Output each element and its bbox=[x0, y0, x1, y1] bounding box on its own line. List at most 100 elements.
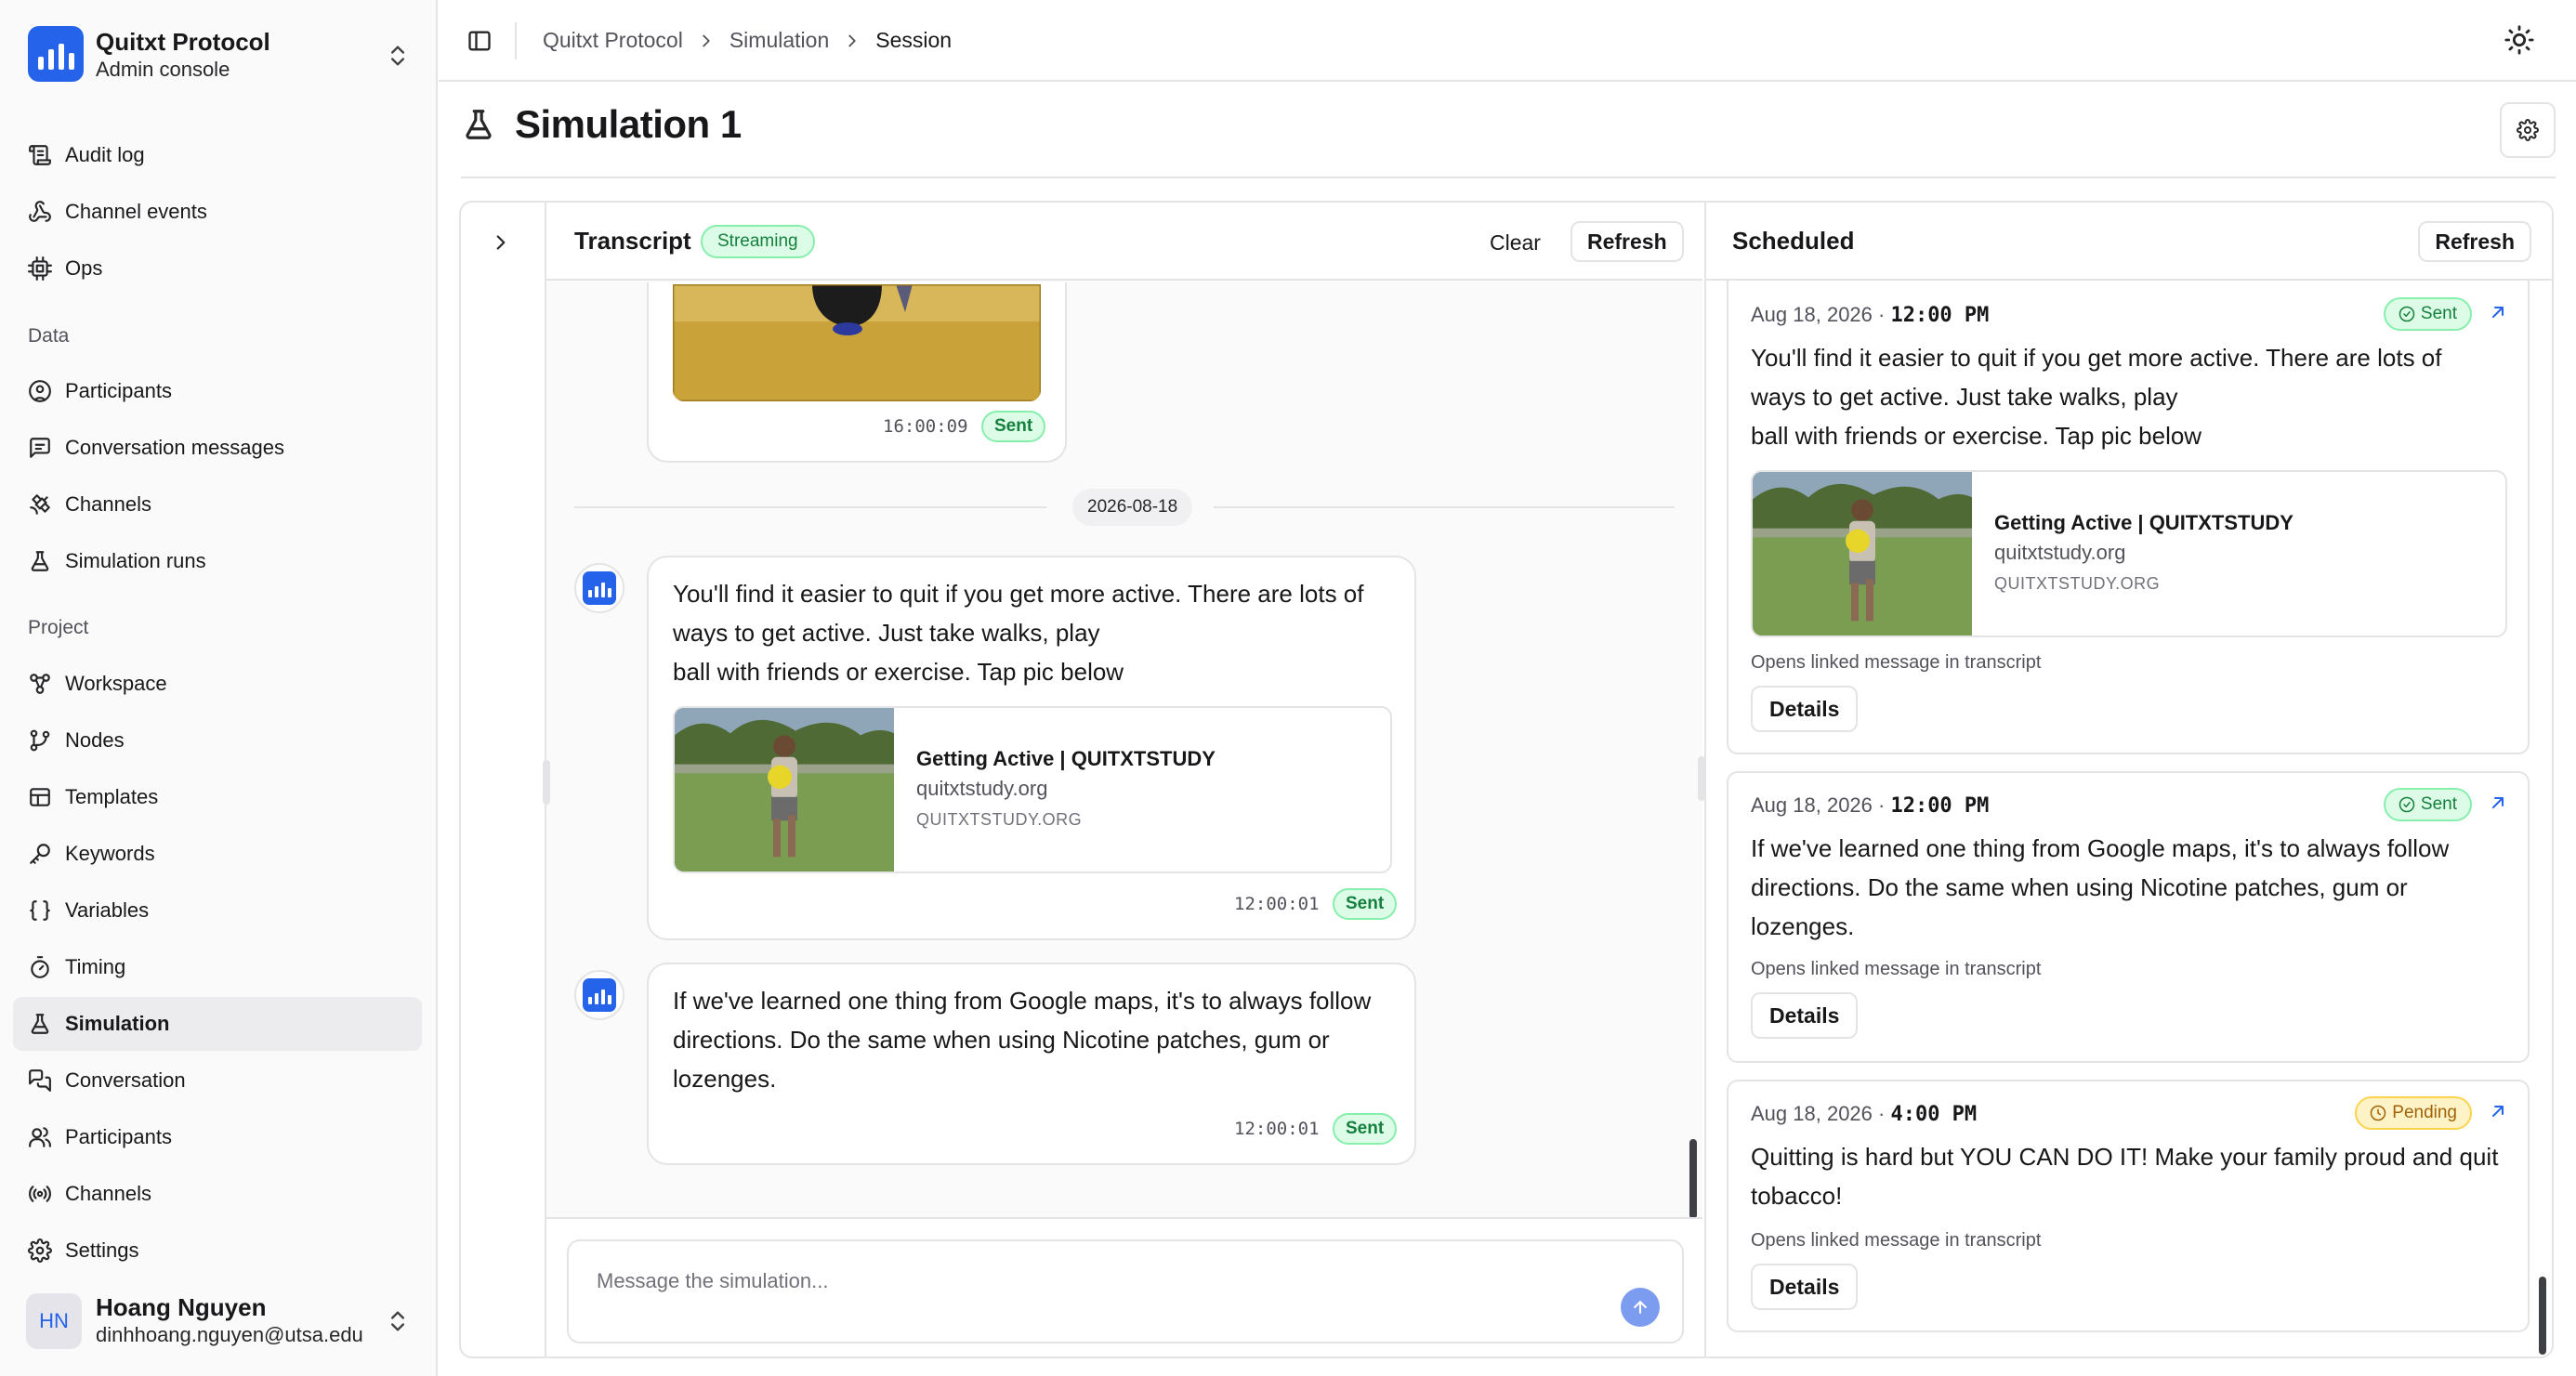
message-input-placeholder: Message the simulation... bbox=[597, 1269, 829, 1292]
sidebar-item-label: Conversation messages bbox=[65, 436, 285, 459]
status-badge: Sent bbox=[1333, 888, 1398, 920]
scheduled-time: 12:00 PM bbox=[1890, 794, 1990, 818]
chevrons-up-down-icon bbox=[391, 1311, 404, 1331]
link-preview-title: Getting Active | QUITXTSTUDY bbox=[1994, 511, 2293, 534]
sidebar-item-label: Timing bbox=[65, 955, 126, 978]
user-circle-icon bbox=[29, 380, 51, 402]
message-input[interactable]: Message the simulation... bbox=[567, 1239, 1684, 1343]
breadcrumb-item-project[interactable]: Quitxt Protocol bbox=[543, 28, 683, 53]
sidebar-item-conversation-messages[interactable]: Conversation messages bbox=[13, 421, 422, 475]
top-bar: Quitxt Protocol Simulation Session bbox=[439, 0, 2576, 82]
message-bubble: 16:00:09 Sent bbox=[647, 282, 1067, 463]
clear-button[interactable]: Clear bbox=[1490, 230, 1541, 256]
sidebar-item-variables[interactable]: Variables bbox=[13, 884, 422, 937]
link-preview-card[interactable]: Getting Active | QUITXTSTUDY quitxtstudy… bbox=[1751, 470, 2507, 637]
breadcrumb-item-simulation[interactable]: Simulation bbox=[729, 28, 829, 53]
external-link-icon[interactable] bbox=[2487, 301, 2509, 323]
brand-logo-icon bbox=[583, 978, 616, 1012]
divider bbox=[1214, 506, 1675, 508]
breadcrumb-item-session: Session bbox=[875, 28, 953, 52]
message-image bbox=[673, 284, 1041, 401]
link-preview-card[interactable]: Getting Active | QUITXTSTUDY quitxtstudy… bbox=[673, 706, 1392, 873]
breadcrumb: Quitxt Protocol Simulation Session bbox=[543, 28, 952, 53]
details-button[interactable]: Details bbox=[1751, 992, 1859, 1039]
external-link-icon[interactable] bbox=[2487, 792, 2509, 814]
timer-icon bbox=[31, 956, 49, 978]
chevron-right-icon[interactable] bbox=[489, 230, 513, 255]
scheduled-pane: Scheduled Refresh Aug 18, 2026 · 12:00 P… bbox=[1704, 203, 2552, 1356]
sidebar-item-label: Channel events bbox=[65, 200, 207, 223]
sidebar-toggle-icon[interactable] bbox=[467, 28, 493, 54]
bot-avatar bbox=[574, 563, 624, 613]
chevron-right-icon bbox=[703, 34, 710, 46]
sidebar-item-label: Templates bbox=[65, 785, 159, 808]
flask-icon bbox=[466, 110, 492, 139]
scheduled-date: Aug 18, 2026 · 12:00 PM bbox=[1751, 303, 1989, 327]
transcript-pane: Transcript Streaming Clear Refresh 16:00… bbox=[543, 203, 1702, 1356]
sidebar-item-workspace[interactable]: Workspace bbox=[13, 657, 422, 711]
transcript-scrollbar[interactable] bbox=[1689, 1139, 1697, 1219]
status-badge-label: Pending bbox=[2392, 1103, 2457, 1122]
scroll-icon bbox=[29, 145, 51, 165]
details-button[interactable]: Details bbox=[1751, 686, 1859, 732]
details-button[interactable]: Details bbox=[1751, 1264, 1859, 1310]
resize-handle[interactable] bbox=[543, 760, 550, 805]
session-settings-button[interactable] bbox=[2500, 102, 2556, 158]
send-button[interactable] bbox=[1621, 1288, 1660, 1327]
sidebar-item-templates[interactable]: Templates bbox=[13, 770, 422, 824]
nav-group-data: Data bbox=[28, 325, 70, 347]
scheduled-line: If we've learned one thing from Google m… bbox=[1751, 834, 2450, 862]
user-email: dinhhoang.nguyen@utsa.edu bbox=[96, 1323, 363, 1346]
sidebar-item-conversation[interactable]: Conversation bbox=[13, 1054, 422, 1107]
scheduled-time: 12:00 PM bbox=[1890, 304, 1990, 327]
sidebar-item-label: Nodes bbox=[65, 728, 125, 752]
radio-icon bbox=[29, 1186, 51, 1202]
refresh-scheduled-button[interactable]: Refresh bbox=[2418, 221, 2531, 262]
divider bbox=[574, 506, 1046, 508]
status-badge: Sent bbox=[2383, 297, 2472, 331]
sidebar-item-label: Audit log bbox=[65, 143, 145, 166]
sidebar-item-project-channels[interactable]: Channels bbox=[13, 1167, 422, 1221]
divider bbox=[461, 177, 2556, 178]
sidebar-item-nodes[interactable]: Nodes bbox=[13, 714, 422, 767]
sidebar-item-simulation-runs[interactable]: Simulation runs bbox=[13, 534, 422, 588]
scheduled-scrollbar[interactable] bbox=[2539, 1277, 2546, 1355]
message-timestamp: 12:00:01 bbox=[1234, 1119, 1320, 1139]
message-timestamp: 12:00:01 bbox=[1234, 894, 1320, 914]
collapse-column bbox=[461, 203, 546, 1356]
sidebar-item-participants[interactable]: Participants bbox=[13, 364, 422, 418]
simulation-panel: Transcript Streaming Clear Refresh 16:00… bbox=[459, 201, 2554, 1358]
sidebar-item-label: Variables bbox=[65, 898, 150, 922]
page-header: Simulation 1 bbox=[461, 102, 742, 147]
user-menu[interactable]: HN Hoang Nguyen dinhhoang.nguyen@utsa.ed… bbox=[26, 1290, 411, 1355]
sidebar-item-simulation[interactable]: Simulation bbox=[13, 997, 422, 1051]
brand-logo-icon bbox=[583, 571, 616, 605]
link-preview-image bbox=[675, 708, 894, 871]
sidebar-item-label: Settings bbox=[65, 1238, 139, 1262]
message-text: If we've learned one thing from Google m… bbox=[673, 981, 1371, 1098]
sidebar-item-channel-events[interactable]: Channel events bbox=[13, 185, 422, 239]
scheduled-item[interactable]: Aug 18, 2026 · 4:00 PM Pending Quitting … bbox=[1727, 1080, 2530, 1332]
message-line: ways to get active. Just take walks, pla… bbox=[673, 619, 1100, 647]
sidebar-item-settings[interactable]: Settings bbox=[13, 1224, 422, 1278]
sun-icon[interactable] bbox=[2504, 24, 2535, 56]
message-square-icon bbox=[30, 438, 50, 458]
scheduled-text: If we've learned one thing from Google m… bbox=[1751, 829, 2513, 946]
sidebar-item-keywords[interactable]: Keywords bbox=[13, 827, 422, 881]
refresh-transcript-button[interactable]: Refresh bbox=[1571, 221, 1684, 262]
scheduled-line: ways to get active. Just take walks, pla… bbox=[1751, 383, 2178, 411]
sidebar-item-ops[interactable]: Ops bbox=[13, 242, 422, 295]
sidebar-item-project-participants[interactable]: Participants bbox=[13, 1110, 422, 1164]
message-line: If we've learned one thing from Google m… bbox=[673, 987, 1372, 1015]
sidebar-item-channels[interactable]: Channels bbox=[13, 478, 422, 531]
scheduled-date-text: Aug 18, 2026 · bbox=[1751, 303, 1891, 326]
braces-icon bbox=[30, 900, 50, 921]
transcript-header: Transcript Streaming Clear Refresh bbox=[546, 203, 1702, 281]
check-circle-icon bbox=[2399, 796, 2415, 813]
external-link-icon[interactable] bbox=[2487, 1100, 2509, 1122]
scheduled-item[interactable]: Aug 18, 2026 · 12:00 PM Sent You'll find… bbox=[1727, 281, 2530, 754]
scheduled-item[interactable]: Aug 18, 2026 · 12:00 PM Sent If we've le… bbox=[1727, 771, 2530, 1063]
sidebar-item-timing[interactable]: Timing bbox=[13, 940, 422, 994]
workspace-switcher[interactable]: Quitxt Protocol Admin console bbox=[28, 26, 411, 84]
sidebar-item-audit-log[interactable]: Audit log bbox=[13, 128, 422, 182]
